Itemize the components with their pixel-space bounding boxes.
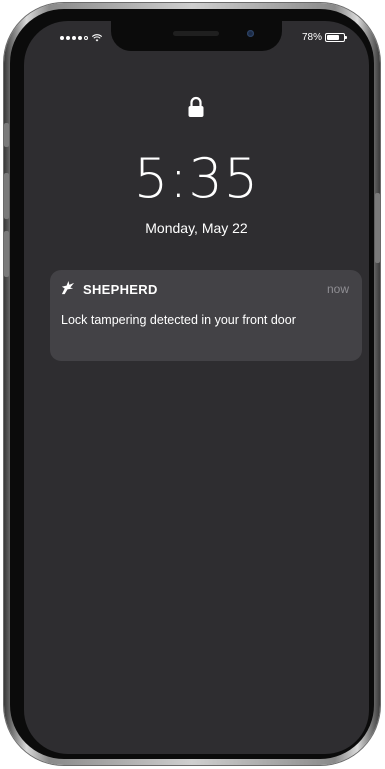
volume-up-button [4,173,9,219]
notification-time: now [326,282,349,296]
notification-card[interactable]: SHEPHERD now Lock tampering detected in … [50,270,362,361]
earpiece-speaker [173,31,219,36]
notification-message: Lock tampering detected in your front do… [61,313,296,327]
phone-frame: 78% 5:35 Monday, May 22 SHEPHERD now Loc… [4,3,380,765]
power-button [375,193,380,263]
lock-screen[interactable]: 78% 5:35 Monday, May 22 SHEPHERD now Loc… [24,21,369,754]
status-bar-right: 78% [301,32,347,43]
shepherd-bird-icon [61,280,75,295]
battery-percentage: 78% [301,32,322,43]
signal-strength-icon [60,36,88,40]
lock-screen-time: 5:35 [133,147,260,210]
lock-icon [188,96,204,117]
battery-icon [325,33,347,42]
front-camera [247,30,254,37]
silent-switch [4,123,9,147]
volume-down-button [4,231,9,277]
notification-app-name: SHEPHERD [83,282,158,297]
lock-screen-date: Monday, May 22 [145,220,248,236]
wifi-icon [92,34,102,42]
notch [111,21,282,51]
status-bar-left [60,34,102,42]
battery-level [327,35,340,40]
